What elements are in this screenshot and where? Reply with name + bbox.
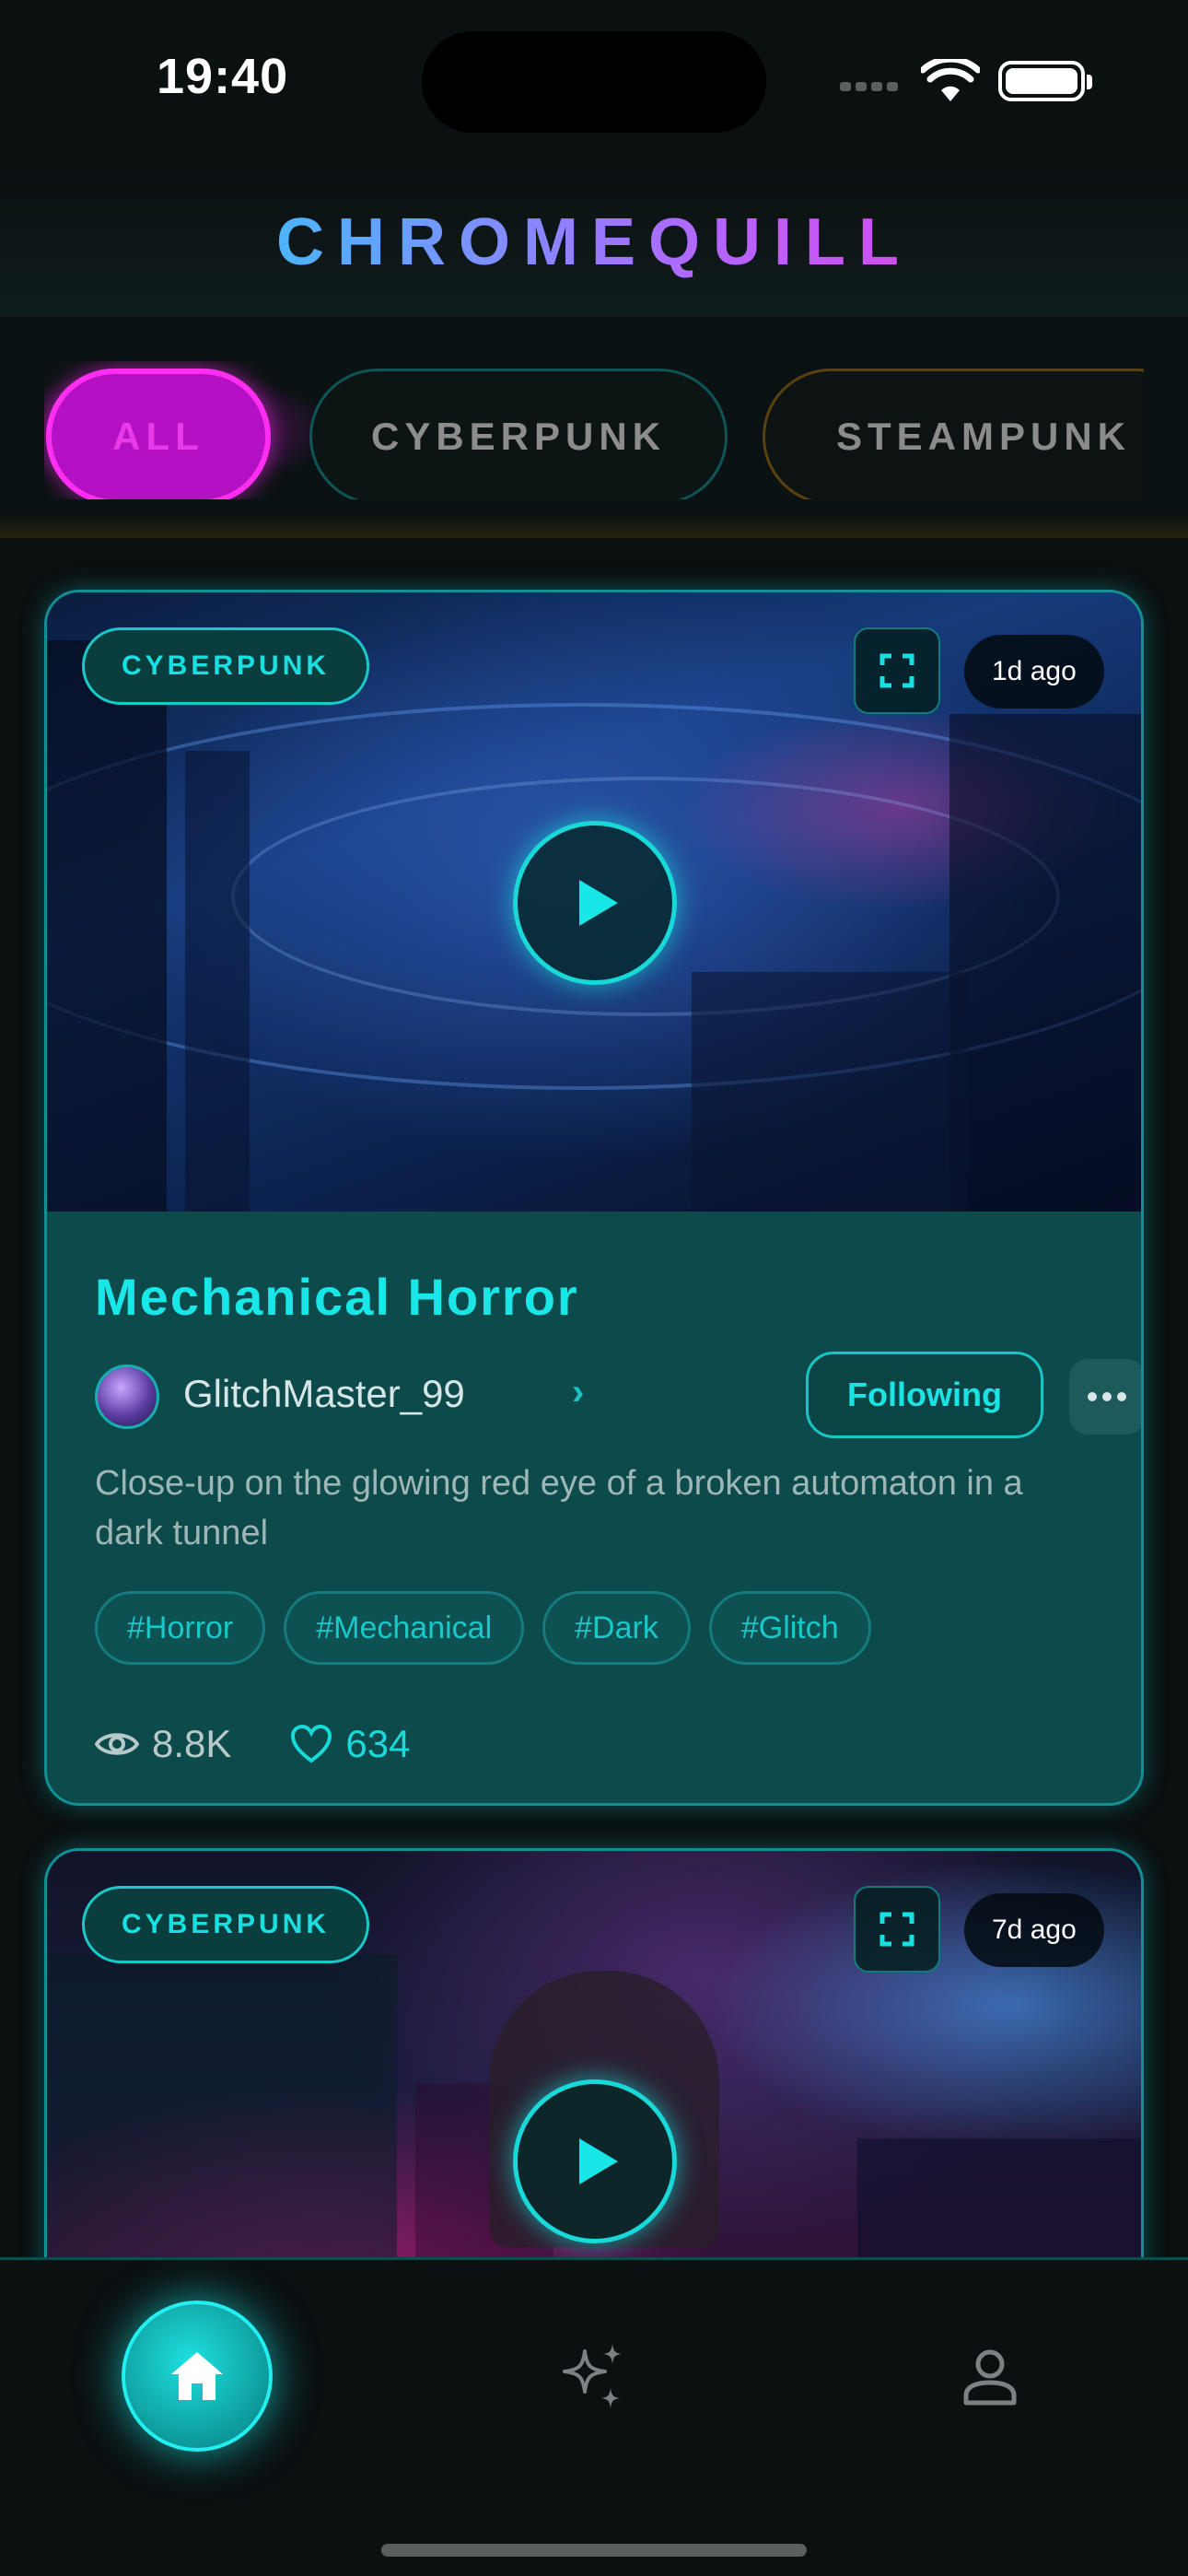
- nav-profile-button[interactable]: [949, 2336, 1031, 2418]
- person-icon: [963, 2349, 1017, 2406]
- following-button[interactable]: Following: [806, 1352, 1043, 1438]
- play-button[interactable]: [513, 2079, 677, 2243]
- fullscreen-button[interactable]: [854, 627, 940, 714]
- home-icon: [171, 2352, 223, 2400]
- play-icon: [579, 2138, 618, 2184]
- app-header: CHROMEQUILL: [0, 166, 1188, 317]
- post-card[interactable]: CYBERPUNK 1d ago Mechanical Horror Glitc…: [44, 590, 1144, 1806]
- post-age-badge: 1d ago: [964, 635, 1104, 708]
- likes-stat[interactable]: 634: [290, 1722, 410, 1766]
- filter-chip-all[interactable]: ALL: [46, 369, 271, 499]
- post-title[interactable]: Mechanical Horror: [95, 1267, 579, 1327]
- author-row: GlitchMaster_99 › Following: [95, 1352, 1141, 1440]
- status-bar: 19:40: [0, 0, 1188, 166]
- video-thumbnail[interactable]: CYBERPUNK 1d ago: [47, 592, 1141, 1212]
- cellular-signal-icon: [840, 79, 904, 92]
- category-tag: CYBERPUNK: [82, 627, 370, 705]
- battery-icon: [998, 61, 1092, 101]
- hashtag-chip[interactable]: #Glitch: [708, 1591, 871, 1665]
- hashtag-chip[interactable]: #Mechanical: [284, 1591, 525, 1665]
- hashtag-list: #Horror #Mechanical #Dark #Glitch: [95, 1591, 871, 1665]
- bottom-tab-bar: [0, 2257, 1188, 2576]
- likes-count: 634: [345, 1722, 411, 1765]
- nav-create-button[interactable]: [553, 2336, 635, 2418]
- filter-chip-cyberpunk[interactable]: CYBERPUNK: [309, 369, 728, 499]
- filter-chip-steampunk[interactable]: STEAMPUNK: [763, 369, 1144, 499]
- eye-icon: [95, 1733, 139, 1755]
- filter-chip-scroller[interactable]: ALL CYBERPUNK STEAMPUNK: [44, 361, 1144, 499]
- hashtag-chip[interactable]: #Horror: [95, 1591, 266, 1665]
- heart-icon[interactable]: [290, 1725, 332, 1763]
- views-count: 8.8K: [152, 1722, 232, 1765]
- author-name[interactable]: GlitchMaster_99: [183, 1372, 465, 1416]
- views-stat: 8.8K: [95, 1722, 231, 1766]
- fullscreen-button[interactable]: [854, 1886, 940, 1973]
- author-avatar[interactable]: [95, 1364, 159, 1429]
- expand-icon: [879, 653, 914, 688]
- more-options-button[interactable]: [1069, 1359, 1141, 1434]
- dynamic-island: [422, 31, 766, 133]
- sparkles-icon: [563, 2344, 622, 2408]
- brand-logo-text: CHROMEQUILL: [0, 205, 1188, 280]
- ellipsis-icon: [1088, 1392, 1126, 1401]
- home-indicator: [381, 2544, 807, 2557]
- nav-home-button[interactable]: [122, 2301, 273, 2452]
- feed-screen: 19:40 CHROMEQUILL ALL CYBERPUNK STEAMPUN…: [0, 0, 1188, 2576]
- wifi-icon: [921, 59, 980, 101]
- category-tag: CYBERPUNK: [82, 1886, 370, 1963]
- status-time: 19:40: [157, 49, 289, 104]
- hashtag-chip[interactable]: #Dark: [542, 1591, 691, 1665]
- post-description: Close-up on the glowing red eye of a bro…: [95, 1464, 1023, 1552]
- post-age-badge: 7d ago: [964, 1893, 1104, 1967]
- category-filter-bar: ALL CYBERPUNK STEAMPUNK: [0, 317, 1188, 538]
- post-stats: 8.8K 634: [95, 1716, 469, 1772]
- play-icon: [579, 880, 618, 926]
- expand-icon: [879, 1912, 914, 1947]
- play-button[interactable]: [513, 821, 677, 985]
- chevron-right-icon[interactable]: ›: [572, 1372, 584, 1413]
